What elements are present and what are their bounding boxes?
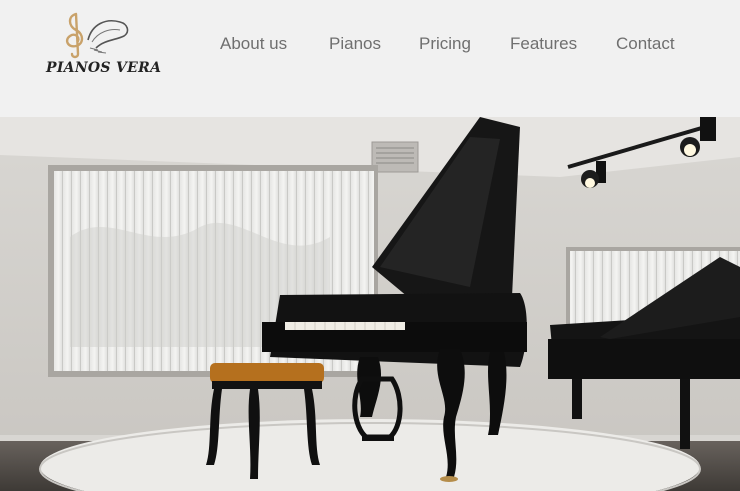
brand-logo[interactable]: PIANOS VERA (44, 10, 161, 80)
nav-pianos[interactable]: Pianos (329, 33, 381, 55)
hero-image (0, 117, 740, 491)
nav-contact[interactable]: Contact (616, 33, 675, 55)
site-header: PIANOS VERA About us Pianos Pricing Feat… (0, 0, 740, 117)
treble-clef-icon (65, 12, 129, 59)
brand-name: PIANOS VERA (46, 60, 162, 76)
piano-showroom-illustration (0, 117, 740, 491)
nav-features[interactable]: Features (510, 33, 577, 55)
nav-pricing[interactable]: Pricing (419, 33, 471, 55)
nav-about-us[interactable]: About us (220, 33, 287, 55)
